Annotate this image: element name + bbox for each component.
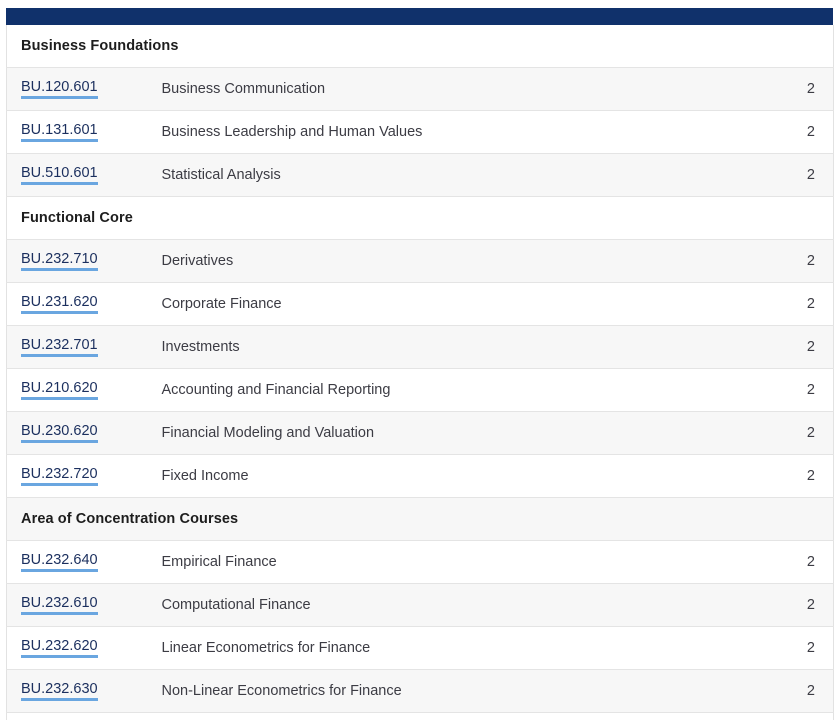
table-row: BU.232.710 Derivatives 2 [6, 239, 834, 283]
section-header-label: Area of Concentration Courses [6, 497, 834, 541]
table-row: BU.131.601 Business Leadership and Human … [6, 110, 834, 154]
curriculum-course-table: Business Foundations BU.120.601 Business C… [6, 25, 834, 720]
table-row: BU.120.601 Business Communication 2 [6, 67, 834, 111]
course-title-cell: Computational Finance [154, 583, 755, 627]
course-code-cell: BU.232.640 [6, 540, 155, 584]
course-title-cell: Empirical Finance [154, 540, 755, 584]
course-code-cell: BU.232.710 [6, 239, 155, 283]
table-accent-bar [6, 8, 833, 25]
course-code-link[interactable]: BU.231.620 [21, 294, 98, 315]
course-code-cell: BU.232.720 [6, 454, 155, 498]
course-credits-cell: 2 [754, 368, 834, 412]
course-credits-cell: 2 [754, 626, 834, 670]
table-row: BU.232.630 Non-Linear Econometrics for Fi… [6, 669, 834, 713]
table-row: BU.232.701 Investments 2 [6, 325, 834, 369]
course-code-link[interactable]: BU.131.601 [21, 122, 98, 143]
course-code-link[interactable]: BU.232.701 [21, 337, 98, 358]
curriculum-table-body: Business Foundations BU.120.601 Business C… [6, 25, 834, 720]
course-code-link[interactable]: BU.230.620 [21, 423, 98, 444]
course-title-cell: Business Communication [154, 67, 755, 111]
course-title-cell: Non-Linear Econometrics for Finance [154, 669, 755, 713]
course-code-link[interactable]: BU.210.620 [21, 380, 98, 401]
table-row: BU.232.720 Fixed Income 2 [6, 454, 834, 498]
course-code-link[interactable]: BU.232.610 [21, 595, 98, 616]
table-row [6, 712, 834, 720]
course-title-cell: Statistical Analysis [154, 153, 755, 197]
course-code-link[interactable]: BU.510.601 [21, 165, 98, 186]
course-credits-cell: 2 [754, 325, 834, 369]
course-code-cell: BU.210.620 [6, 368, 155, 412]
table-row: BU.232.640 Empirical Finance 2 [6, 540, 834, 584]
course-credits-cell: 2 [754, 110, 834, 154]
course-title-cell: Linear Econometrics for Finance [154, 626, 755, 670]
course-code-cell: BU.120.601 [6, 67, 155, 111]
section-header-label: Business Foundations [6, 25, 834, 68]
course-code-link[interactable]: BU.120.601 [21, 79, 98, 100]
course-code-cell: BU.232.630 [6, 669, 155, 713]
course-code-cell: BU.230.620 [6, 411, 155, 455]
table-row: BU.232.610 Computational Finance 2 [6, 583, 834, 627]
section-header-row: Area of Concentration Courses [6, 497, 834, 541]
course-code-link[interactable]: BU.232.620 [21, 638, 98, 659]
section-header-label: Functional Core [6, 196, 834, 240]
course-title-cell: Corporate Finance [154, 282, 755, 326]
table-row: BU.510.601 Statistical Analysis 2 [6, 153, 834, 197]
section-header-row: Business Foundations [6, 25, 834, 68]
curriculum-page: Business Foundations BU.120.601 Business C… [0, 0, 839, 720]
course-code-link[interactable]: BU.232.630 [21, 681, 98, 702]
course-title-cell: Business Leadership and Human Values [154, 110, 755, 154]
course-code-cell: BU.510.601 [6, 153, 155, 197]
course-title-cell: Investments [154, 325, 755, 369]
course-credits-cell: 2 [754, 67, 834, 111]
course-credits-cell: 2 [754, 669, 834, 713]
course-credits-cell: 2 [754, 153, 834, 197]
course-code-link[interactable]: BU.232.640 [21, 552, 98, 573]
course-code-cell [6, 712, 155, 720]
course-code-cell: BU.232.701 [6, 325, 155, 369]
course-credits-cell [754, 712, 834, 720]
table-row: BU.231.620 Corporate Finance 2 [6, 282, 834, 326]
course-code-cell: BU.232.620 [6, 626, 155, 670]
course-code-link[interactable]: BU.232.720 [21, 466, 98, 487]
course-code-cell: BU.131.601 [6, 110, 155, 154]
course-title-cell: Accounting and Financial Reporting [154, 368, 755, 412]
course-credits-cell: 2 [754, 239, 834, 283]
course-code-cell: BU.232.610 [6, 583, 155, 627]
course-title-cell: Fixed Income [154, 454, 755, 498]
table-row: BU.210.620 Accounting and Financial Repor… [6, 368, 834, 412]
course-credits-cell: 2 [754, 411, 834, 455]
section-header-row: Functional Core [6, 196, 834, 240]
course-credits-cell: 2 [754, 583, 834, 627]
course-title-cell: Financial Modeling and Valuation [154, 411, 755, 455]
course-title-cell [154, 712, 755, 720]
course-credits-cell: 2 [754, 540, 834, 584]
table-row: BU.230.620 Financial Modeling and Valuati… [6, 411, 834, 455]
course-code-link[interactable]: BU.232.710 [21, 251, 98, 272]
course-code-cell: BU.231.620 [6, 282, 155, 326]
course-title-cell: Derivatives [154, 239, 755, 283]
table-row: BU.232.620 Linear Econometrics for Financ… [6, 626, 834, 670]
course-credits-cell: 2 [754, 454, 834, 498]
course-credits-cell: 2 [754, 282, 834, 326]
